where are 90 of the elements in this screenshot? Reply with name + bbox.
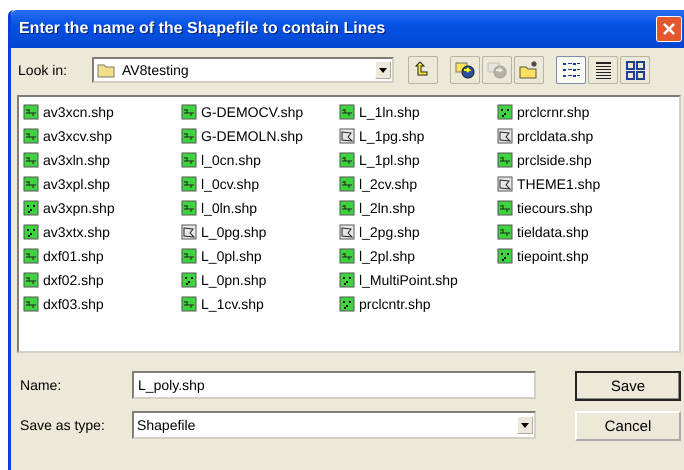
point-layer-icon	[23, 224, 39, 240]
look-in-dropdown[interactable]: AV8testing	[92, 57, 394, 83]
polygon-layer-icon	[339, 128, 355, 144]
file-name[interactable]: dxf02.shp	[43, 272, 104, 288]
file-name[interactable]: L_0pg.shp	[201, 224, 266, 240]
name-label: Name:	[19, 377, 62, 393]
close-button[interactable]	[656, 16, 682, 42]
polygon-layer-icon	[181, 224, 197, 240]
line-layer-icon	[181, 248, 197, 264]
icons-view-icon	[624, 60, 646, 80]
file-name[interactable]: G-DEMOLN.shp	[201, 128, 303, 144]
file-name[interactable]: dxf03.shp	[43, 296, 104, 312]
point-layer-icon	[497, 104, 513, 120]
file-name[interactable]: L_1cv.shp	[201, 296, 264, 312]
line-layer-icon	[339, 248, 355, 264]
icons-view-button[interactable]	[620, 56, 650, 84]
line-layer-icon	[339, 104, 355, 120]
point-layer-icon	[497, 248, 513, 264]
file-name[interactable]: prclside.shp	[517, 152, 592, 168]
point-layer-icon	[23, 200, 39, 216]
line-layer-icon	[23, 248, 39, 264]
line-layer-icon	[23, 128, 39, 144]
file-name[interactable]: l_2pl.shp	[359, 248, 416, 264]
file-name[interactable]: L_1ln.shp	[359, 104, 420, 120]
line-layer-icon	[181, 152, 197, 168]
point-layer-icon	[181, 272, 197, 288]
line-layer-icon	[339, 176, 355, 192]
folder-globe-button[interactable]	[450, 56, 480, 84]
new-folder-icon	[518, 59, 540, 81]
line-layer-icon	[497, 200, 513, 216]
line-layer-icon	[23, 152, 39, 168]
polygon-layer-icon	[339, 224, 355, 240]
line-layer-icon	[181, 200, 197, 216]
file-name[interactable]: av3xcv.shp	[43, 128, 112, 144]
file-name[interactable]: av3xln.shp	[43, 152, 110, 168]
file-name[interactable]: prclcrnr.shp	[517, 104, 590, 120]
polygon-layer-icon	[497, 176, 513, 192]
folder-icon	[97, 62, 115, 78]
name-field[interactable]: L_poly.shp	[132, 371, 536, 399]
file-name[interactable]: G-DEMOCV.shp	[201, 104, 304, 120]
file-name[interactable]: L_1pl.shp	[359, 152, 420, 168]
close-icon	[662, 22, 676, 36]
type-value: Shapefile	[136, 417, 196, 433]
list-view-button[interactable]	[556, 56, 586, 84]
save-button[interactable]: Save	[575, 371, 681, 401]
cancel-button[interactable]: Cancel	[575, 411, 681, 441]
save-as-type-dropdown[interactable]: Shapefile	[132, 411, 536, 439]
folder-name: AV8testing	[121, 62, 190, 78]
look-in-label: Look in:	[17, 62, 68, 78]
up-folder-button[interactable]	[408, 56, 438, 84]
details-view-button[interactable]	[588, 56, 618, 84]
file-name[interactable]: l_2cv.shp	[359, 176, 418, 192]
file-name[interactable]: THEME1.shp	[517, 176, 600, 192]
polygon-layer-icon	[497, 128, 513, 144]
line-layer-icon	[181, 128, 197, 144]
line-layer-icon	[23, 272, 39, 288]
type-label: Save as type:	[19, 417, 106, 433]
file-name[interactable]: av3xcn.shp	[43, 104, 114, 120]
line-layer-icon	[23, 176, 39, 192]
file-name[interactable]: l_2ln.shp	[359, 200, 416, 216]
file-name[interactable]: av3xtx.shp	[43, 224, 110, 240]
point-layer-icon	[339, 272, 355, 288]
file-name[interactable]: prclcntr.shp	[359, 296, 431, 312]
line-layer-icon	[339, 152, 355, 168]
line-layer-icon	[339, 200, 355, 216]
file-name[interactable]: l_0cv.shp	[201, 176, 260, 192]
file-name[interactable]: L_1pg.shp	[359, 128, 424, 144]
file-name[interactable]: av3xpn.shp	[43, 200, 115, 216]
file-name[interactable]: tiecours.shp	[517, 200, 592, 216]
file-name[interactable]: l_2pg.shp	[359, 224, 420, 240]
line-layer-icon	[181, 176, 197, 192]
file-name[interactable]: L_0pn.shp	[201, 272, 266, 288]
file-name[interactable]: L_0pl.shp	[201, 248, 262, 264]
line-layer-icon	[497, 224, 513, 240]
line-layer-icon	[181, 104, 197, 120]
file-name[interactable]: l_MultiPoint.shp	[359, 272, 458, 288]
line-layer-icon	[181, 296, 197, 312]
file-name[interactable]: prcldata.shp	[517, 128, 594, 144]
line-layer-icon	[23, 104, 39, 120]
file-name[interactable]: dxf01.shp	[43, 248, 104, 264]
line-layer-icon	[497, 152, 513, 168]
window-title: Enter the name of the Shapefile to contain Lines	[19, 20, 386, 38]
file-name[interactable]: l_0ln.shp	[201, 200, 258, 216]
point-layer-icon	[339, 296, 355, 312]
file-name[interactable]: l_0cn.shp	[201, 152, 261, 168]
file-name[interactable]: av3xpl.shp	[43, 176, 110, 192]
new-folder-button[interactable]	[514, 56, 544, 84]
file-name[interactable]: tiepoint.shp	[517, 248, 589, 264]
line-layer-icon	[23, 296, 39, 312]
file-name[interactable]: tieldata.shp	[517, 224, 589, 240]
